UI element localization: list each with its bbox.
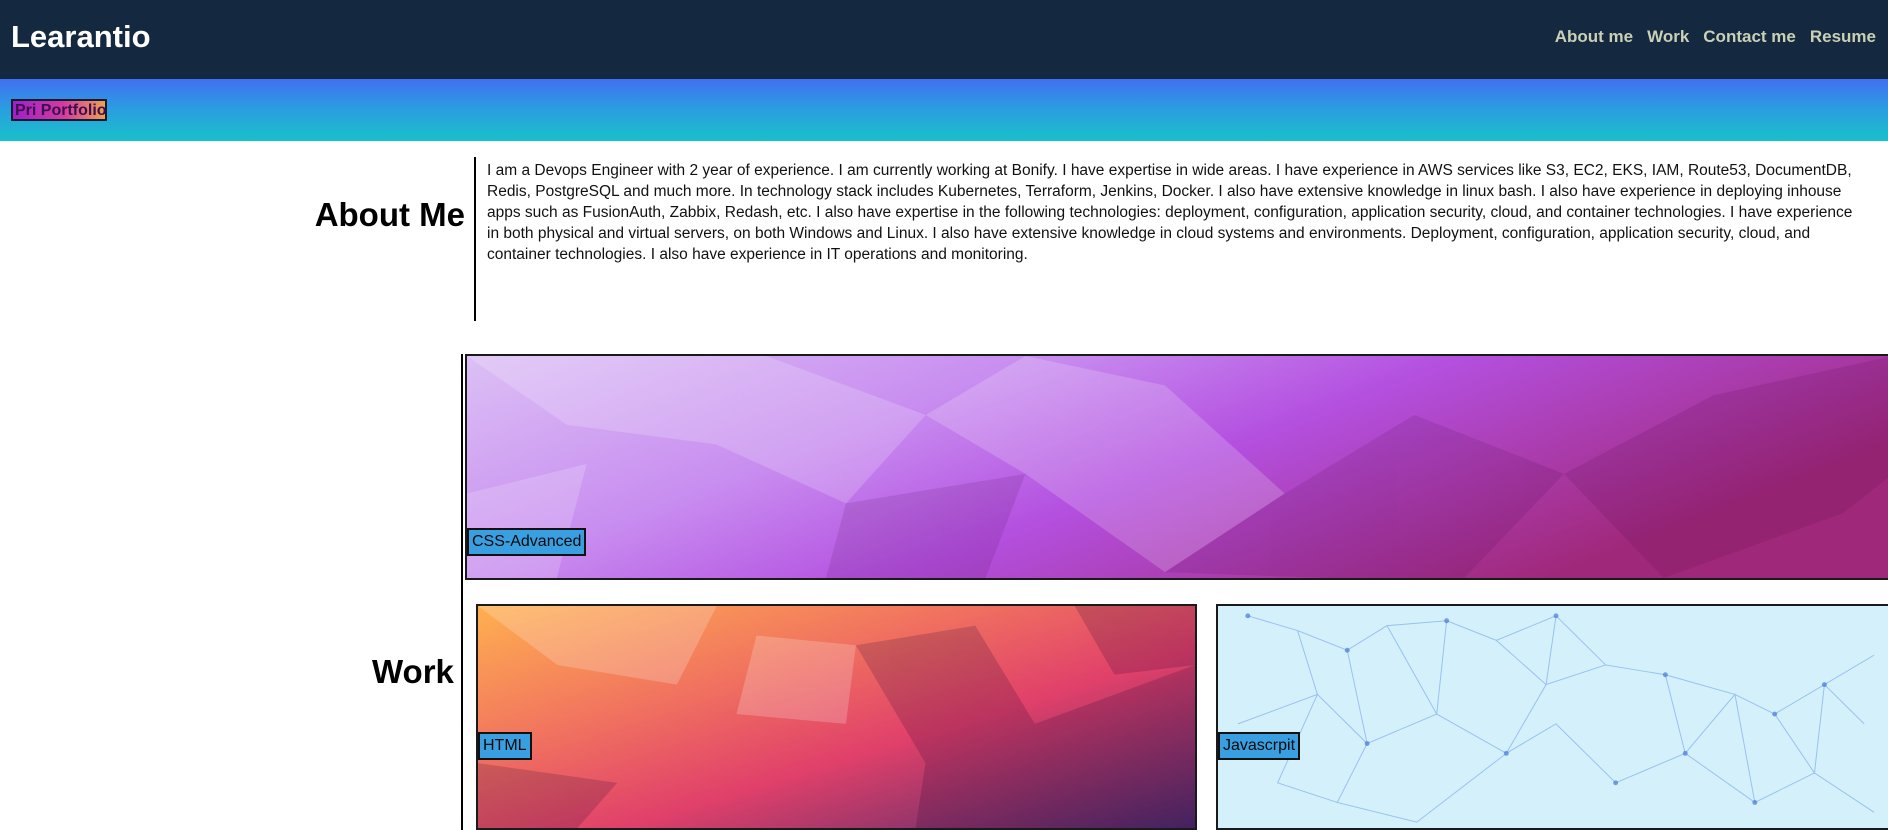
hero-banner: Pri Portfolio — [0, 79, 1888, 141]
work-card-javascript[interactable]: Javascrpit — [1216, 604, 1888, 830]
portfolio-badge: Pri Portfolio — [11, 99, 107, 121]
about-paragraph: I am a Devops Engineer with 2 year of ex… — [487, 162, 1853, 263]
work-divider — [461, 354, 463, 830]
about-divider — [474, 157, 476, 321]
nav-menu: About me Work Contact me Resume — [1555, 27, 1876, 47]
card-label: CSS-Advanced — [467, 528, 587, 556]
card-label: Javascrpit — [1218, 732, 1301, 760]
top-navbar: Learantio About me Work Contact me Resum… — [0, 0, 1888, 79]
nav-link-about[interactable]: About me — [1555, 27, 1633, 47]
about-heading: About Me — [314, 196, 465, 233]
work-card-html[interactable]: HTML — [476, 604, 1197, 830]
portfolio-badge-label: Pri Portfolio — [15, 102, 107, 119]
brand-logo[interactable]: Learantio — [11, 19, 151, 55]
work-heading: Work — [372, 653, 454, 690]
card-background-image — [467, 356, 1888, 578]
card-background-image — [478, 606, 1195, 828]
card-label: HTML — [478, 732, 532, 760]
work-card-css-advanced[interactable]: CSS-Advanced — [465, 354, 1888, 580]
nav-link-work[interactable]: Work — [1647, 27, 1689, 47]
nav-link-resume[interactable]: Resume — [1810, 27, 1876, 47]
card-background-image — [1218, 606, 1888, 828]
nav-link-contact[interactable]: Contact me — [1703, 27, 1796, 47]
